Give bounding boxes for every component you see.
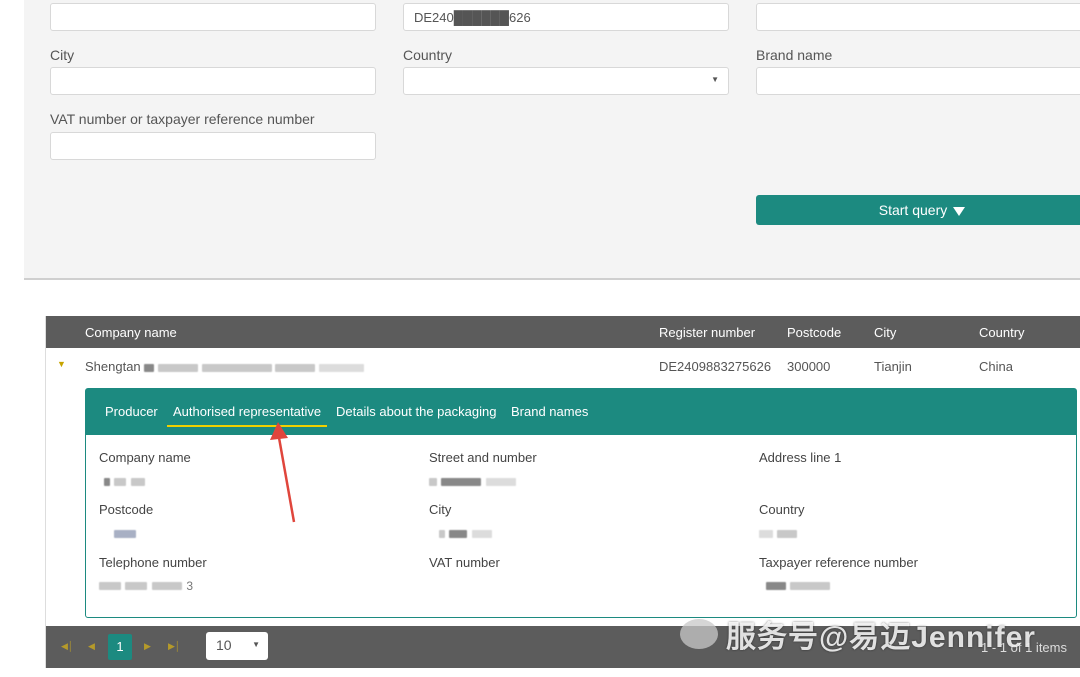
watermark: 服务号@易迈Jennifer [680,612,1036,656]
expand-icon[interactable]: ▼ [57,359,66,369]
tab-brand-names[interactable]: Brand names [511,404,588,419]
company-name-value [104,473,145,486]
start-query-label: Start query [878,202,948,218]
row-register-number: DE2409883275626 [659,359,772,374]
chevron-down-icon: ▼ [252,640,260,649]
prev-page-icon[interactable]: ◀ [88,641,95,652]
vat-label: VAT number or taxpayer reference number [50,111,315,127]
country-value [759,525,798,538]
city-label: City [429,502,452,517]
taxpayer-reference-value [766,577,831,590]
page-1-button[interactable]: 1 [108,634,132,660]
address-line-1-label: Address line 1 [759,450,842,465]
city-input[interactable] [50,67,376,95]
detail-card: Producer Authorised representative Detai… [85,388,1077,618]
tab-producer[interactable]: Producer [105,404,158,419]
postcode-input[interactable] [756,3,1080,31]
first-page-icon[interactable]: ◀│ [61,641,74,652]
brand-name-label: Brand name [756,47,833,63]
city-label: City [50,47,75,63]
brand-name-input[interactable] [756,67,1080,95]
street-value [429,473,516,486]
next-page-icon[interactable]: ▶ [144,641,151,652]
row-country: China [979,359,1013,374]
page-size-value: 10 [216,637,232,653]
detail-tabs: Producer Authorised representative Detai… [86,389,1076,435]
start-query-button[interactable]: Start query [756,195,1080,225]
telephone-value: 3 [99,577,193,593]
grid-header: Company name Register number Postcode Ci… [46,316,1080,348]
chevron-down-icon: ▼ [711,75,719,84]
table-row[interactable]: ▼ Shengtan DE2409883275626 300000 Tianji… [46,348,1080,384]
street-label: Street and number [429,450,537,465]
annotation-arrow-icon [270,422,296,523]
page-size-select[interactable]: 10 ▼ [206,632,268,660]
row-city: Tianjin [874,359,912,374]
country-select[interactable]: ▼ [403,67,729,95]
col-register-number[interactable]: Register number [659,325,755,340]
col-city[interactable]: City [874,325,896,340]
wechat-logo-icon [680,619,718,649]
register-number-input[interactable]: DE240██████626 [403,3,729,31]
vat-number-label: VAT number [429,555,500,570]
col-company-name[interactable]: Company name [85,325,177,340]
country-label: Country [759,502,805,517]
filter-icon [953,206,966,216]
tab-packaging-details[interactable]: Details about the packaging [336,404,496,419]
city-value [439,525,492,538]
country-label: Country [403,47,453,63]
last-page-icon[interactable]: ▶│ [168,641,181,652]
taxpayer-reference-label: Taxpayer reference number [759,555,918,570]
postcode-value [114,525,136,538]
search-panel: DE240██████626 City Country Brand name ▼… [24,0,1080,280]
telephone-label: Telephone number [99,555,207,570]
col-country[interactable]: Country [979,325,1025,340]
row-postcode: 300000 [787,359,831,374]
col-postcode[interactable]: Postcode [787,325,841,340]
row-company-name: Shengtan [85,359,364,374]
postcode-label: Postcode [99,502,154,517]
company-name-input[interactable] [50,3,376,31]
vat-input[interactable] [50,132,376,160]
company-name-label: Company name [99,450,191,465]
